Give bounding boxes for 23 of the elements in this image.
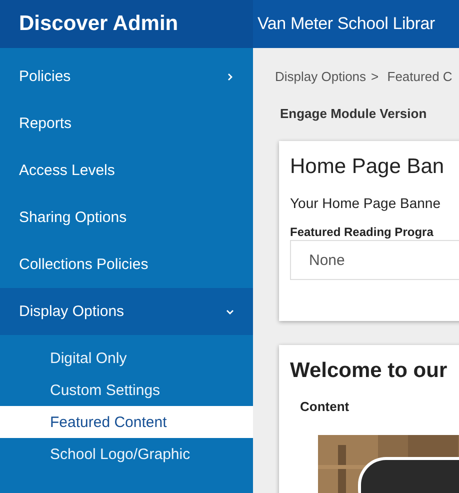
breadcrumb-link[interactable]: Display Options (275, 69, 366, 84)
app-title: Discover Admin (0, 0, 253, 48)
sidebar-subitem[interactable]: Featured Content (0, 406, 253, 438)
sidebar-item[interactable]: Policies (0, 53, 253, 100)
breadcrumb-separator: > (371, 69, 379, 84)
sidebar-item[interactable]: Sharing Options (0, 194, 253, 241)
library-name: Van Meter School Librar (256, 14, 435, 34)
section-label: Engage Module Version (280, 106, 428, 121)
sidebar-item[interactable]: Display Options (0, 288, 253, 335)
sidebar-subitem[interactable]: Custom Settings (0, 374, 253, 406)
select-field[interactable]: None (290, 240, 459, 280)
sidebar-item[interactable]: Collections Policies (0, 241, 253, 288)
breadcrumb-current: Featured C (386, 69, 452, 84)
card-description: Your Home Page Banne (290, 195, 442, 211)
sidebar-subitem[interactable]: School Logo/Graphic (0, 438, 253, 470)
card-title: Welcome to our (290, 359, 448, 383)
card-title: Home Page Ban (290, 155, 446, 179)
sidebar-subitem[interactable]: Digital Only (0, 342, 253, 374)
content-label: Content (300, 399, 350, 414)
chevron-right-icon (225, 72, 235, 82)
sidebar-item[interactable]: Reports (0, 100, 253, 147)
field-label: Featured Reading Progra (290, 225, 434, 239)
sidebar-item[interactable]: Access Levels (0, 147, 253, 194)
